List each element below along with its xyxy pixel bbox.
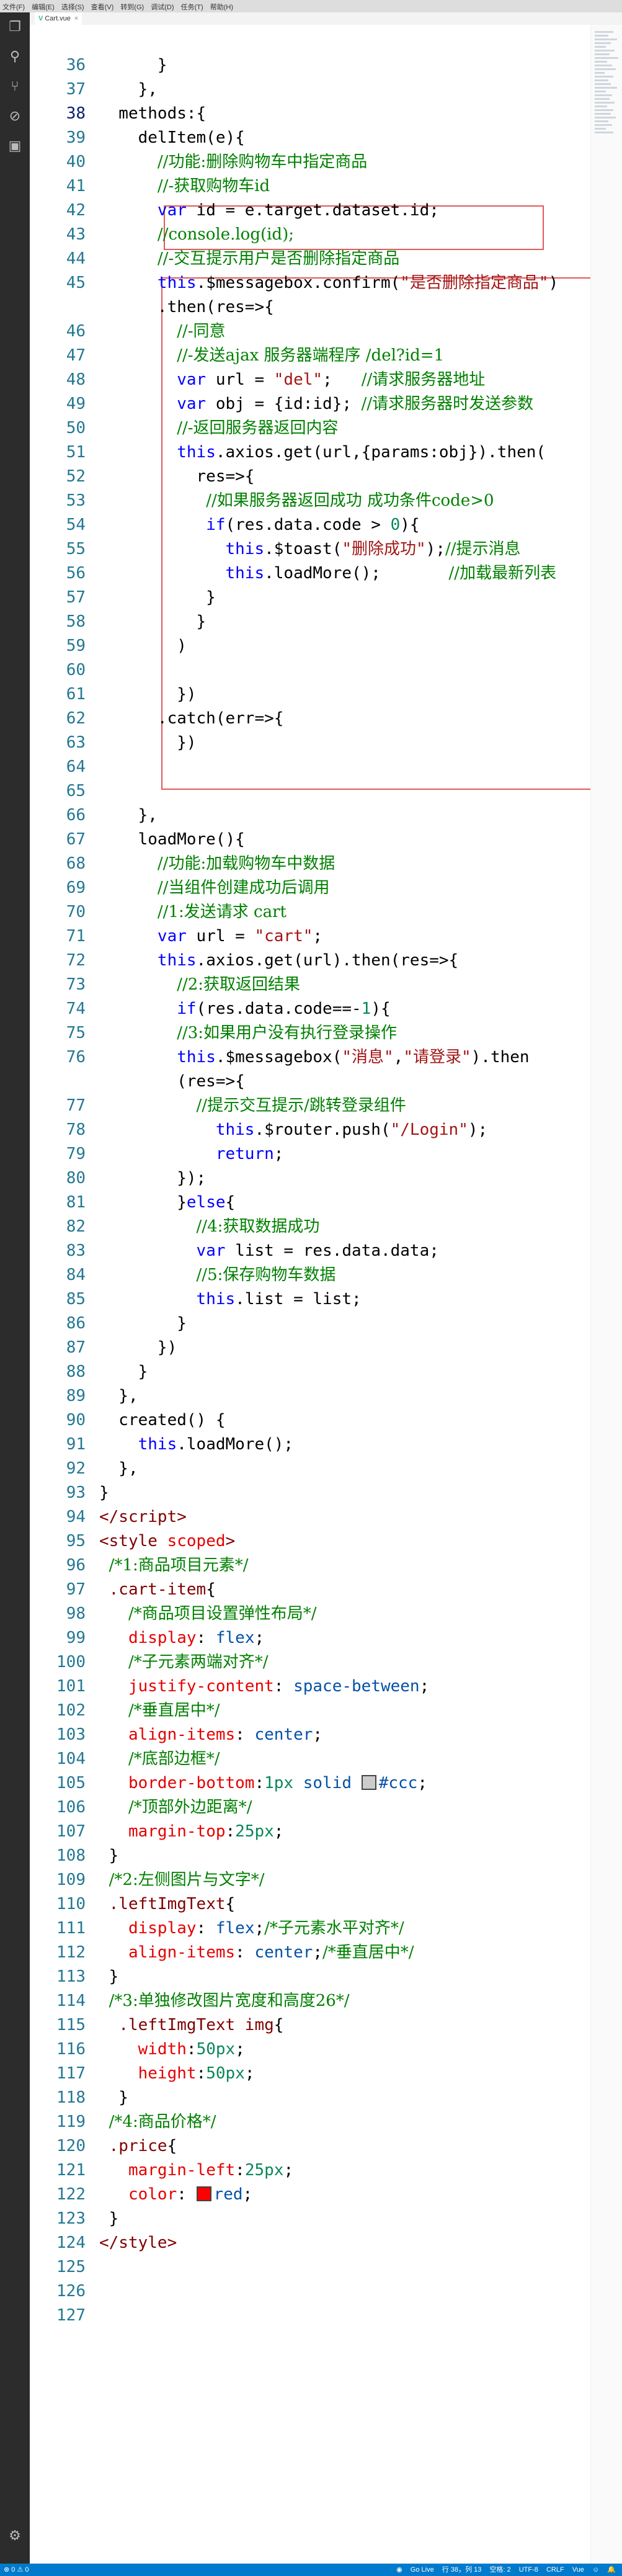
code-editor[interactable]: 36 } 37 }, 38 methods:{ 39 delItem(e){ 4… (30, 25, 590, 2564)
go-live-label: Go Live (410, 2566, 434, 2574)
line-ending[interactable]: CRLF (546, 2566, 564, 2574)
warning-count: 0 (25, 2566, 29, 2574)
files-icon[interactable]: ❐ (0, 12, 30, 42)
activity-bar: ❐ ⚲ ⑂ ⊘ ▣ ⚙ (0, 12, 30, 2564)
language-mode[interactable]: Vue (572, 2566, 584, 2574)
extensions-icon[interactable]: ▣ (0, 132, 30, 161)
smiley-icon[interactable]: ☺ (592, 2566, 599, 2574)
gear-icon[interactable]: ⚙ (0, 2521, 30, 2551)
color-swatch-ccc[interactable] (361, 1775, 376, 1790)
go-live-button[interactable]: ◉ Go Live (396, 2566, 434, 2574)
tab-bar: V Cart.vue × (30, 12, 622, 25)
vue-file-icon: V (38, 15, 43, 22)
menu-tasks[interactable]: 任务(T) (179, 0, 206, 12)
menu-goto[interactable]: 转到(G) (118, 0, 146, 12)
menu-view[interactable]: 查看(V) (89, 0, 117, 12)
error-count: 0 (11, 2566, 16, 2574)
menu-bar: 文件(F) 编辑(E) 选择(S) 查看(V) 转到(G) 调试(D) 任务(T… (0, 0, 622, 12)
search-icon[interactable]: ⚲ (0, 42, 30, 72)
menu-selection[interactable]: 选择(S) (59, 0, 87, 12)
problems-indicator[interactable]: ⊗ 0 ⚠ 0 (4, 2564, 29, 2576)
tab-cart-vue[interactable]: V Cart.vue × (35, 12, 82, 25)
status-bar: ⊗ 0 ⚠ 0 ◉ Go Live 行 38，列 13 空格: 2 UTF-8 … (0, 2564, 622, 2576)
encoding[interactable]: UTF-8 (519, 2566, 538, 2574)
indentation[interactable]: 空格: 2 (489, 2566, 510, 2574)
menu-help[interactable]: 帮助(H) (208, 0, 236, 12)
tab-label: Cart.vue (45, 15, 71, 22)
debug-icon[interactable]: ⊘ (0, 102, 30, 132)
menu-edit[interactable]: 编辑(E) (29, 0, 57, 12)
source-control-icon[interactable]: ⑂ (0, 72, 30, 102)
cursor-position[interactable]: 行 38，列 13 (442, 2566, 482, 2574)
color-swatch-red[interactable] (196, 2186, 211, 2201)
close-icon[interactable]: × (74, 15, 78, 22)
minimap[interactable] (590, 25, 622, 2564)
menu-debug[interactable]: 调试(D) (148, 0, 176, 12)
bell-icon[interactable]: 🔔 (607, 2566, 616, 2574)
menu-file[interactable]: 文件(F) (0, 0, 27, 12)
